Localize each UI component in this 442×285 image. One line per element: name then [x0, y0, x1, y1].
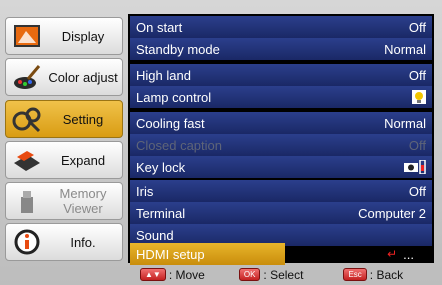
sidebar: Display Color adjust Setting Expand Memo… [0, 14, 128, 263]
menu-row-hdmi-setup[interactable]: HDMI setup [130, 243, 285, 265]
row-label: Cooling fast [136, 115, 205, 131]
row-value: Normal [384, 115, 426, 131]
move-hint: : Move [168, 267, 205, 282]
row-label: Terminal [136, 205, 186, 221]
row-value: Off [408, 67, 426, 83]
row-label: Iris [136, 183, 154, 199]
row-value: Off [408, 137, 426, 153]
expand-icon [10, 144, 44, 176]
row-label: Standby mode [136, 41, 220, 57]
settings-panel: On start Off Standby mode Normal High la… [128, 14, 434, 265]
projector-menu: Display Color adjust Setting Expand Memo… [0, 0, 442, 285]
key-lock-icon [404, 160, 426, 174]
lamp-icon [412, 90, 426, 104]
setting-icon [10, 103, 44, 135]
menu-row-iris[interactable]: Iris Off [130, 180, 432, 202]
menu-row-cooling-fast[interactable]: Cooling fast Normal [130, 112, 432, 134]
display-icon [10, 20, 44, 52]
key-guide: ▲▼ : Move OK : Select Esc : Back [128, 266, 438, 283]
back-hint: : Back [369, 267, 404, 282]
select-hint: : Select [263, 267, 304, 282]
row-label: Closed caption [136, 137, 222, 153]
sidebar-item-setting[interactable]: Setting [5, 100, 123, 138]
menu-row-standby-mode[interactable]: Standby mode Normal [130, 38, 432, 60]
ok-key-icon: OK [238, 268, 261, 281]
enter-arrow-icon: ↵ [387, 247, 398, 261]
arrow-keys-icon: ▲▼ [140, 268, 166, 281]
sidebar-item-label: Setting [62, 111, 104, 127]
row-value: Computer 2 [358, 205, 426, 221]
sidebar-item-display[interactable]: Display [5, 17, 123, 55]
menu-row-key-lock[interactable]: Key lock [130, 156, 432, 178]
memory-viewer-icon [10, 185, 44, 217]
menu-row-on-start[interactable]: On start Off [130, 16, 432, 38]
sidebar-item-info[interactable]: Info. [5, 223, 123, 261]
row-value: ... [403, 246, 414, 262]
menu-row-high-land[interactable]: High land Off [130, 64, 432, 86]
sidebar-item-color-adjust[interactable]: Color adjust [5, 58, 123, 96]
sidebar-item-label: Expand [60, 152, 106, 168]
sidebar-item-memory-viewer: Memory Viewer [5, 182, 123, 220]
sidebar-item-label: Display [61, 28, 105, 44]
row-label: Sound [136, 227, 174, 243]
color-adjust-icon [10, 61, 44, 93]
row-value: Off [408, 19, 426, 35]
row-label: Lamp control [136, 89, 212, 105]
sidebar-item-label: Color adjust [48, 69, 118, 85]
sidebar-item-label: Info. [70, 234, 96, 250]
menu-row-lamp-control[interactable]: Lamp control [130, 86, 432, 108]
row-value: Off [408, 183, 426, 199]
row-label: On start [136, 19, 183, 35]
menu-row-closed-caption: Closed caption Off [130, 134, 432, 156]
row-value: Normal [384, 41, 426, 57]
sidebar-item-label: Memory Viewer [59, 186, 107, 216]
row-label: High land [136, 67, 191, 83]
hdmi-setup-value: ↵ ... [387, 243, 414, 265]
row-label: Key lock [136, 159, 186, 175]
row-label: HDMI setup [136, 246, 205, 262]
info-icon [10, 226, 44, 258]
menu-row-terminal[interactable]: Terminal Computer 2 [130, 202, 432, 224]
sidebar-item-expand[interactable]: Expand [5, 141, 123, 179]
esc-key-icon: Esc [343, 268, 367, 281]
